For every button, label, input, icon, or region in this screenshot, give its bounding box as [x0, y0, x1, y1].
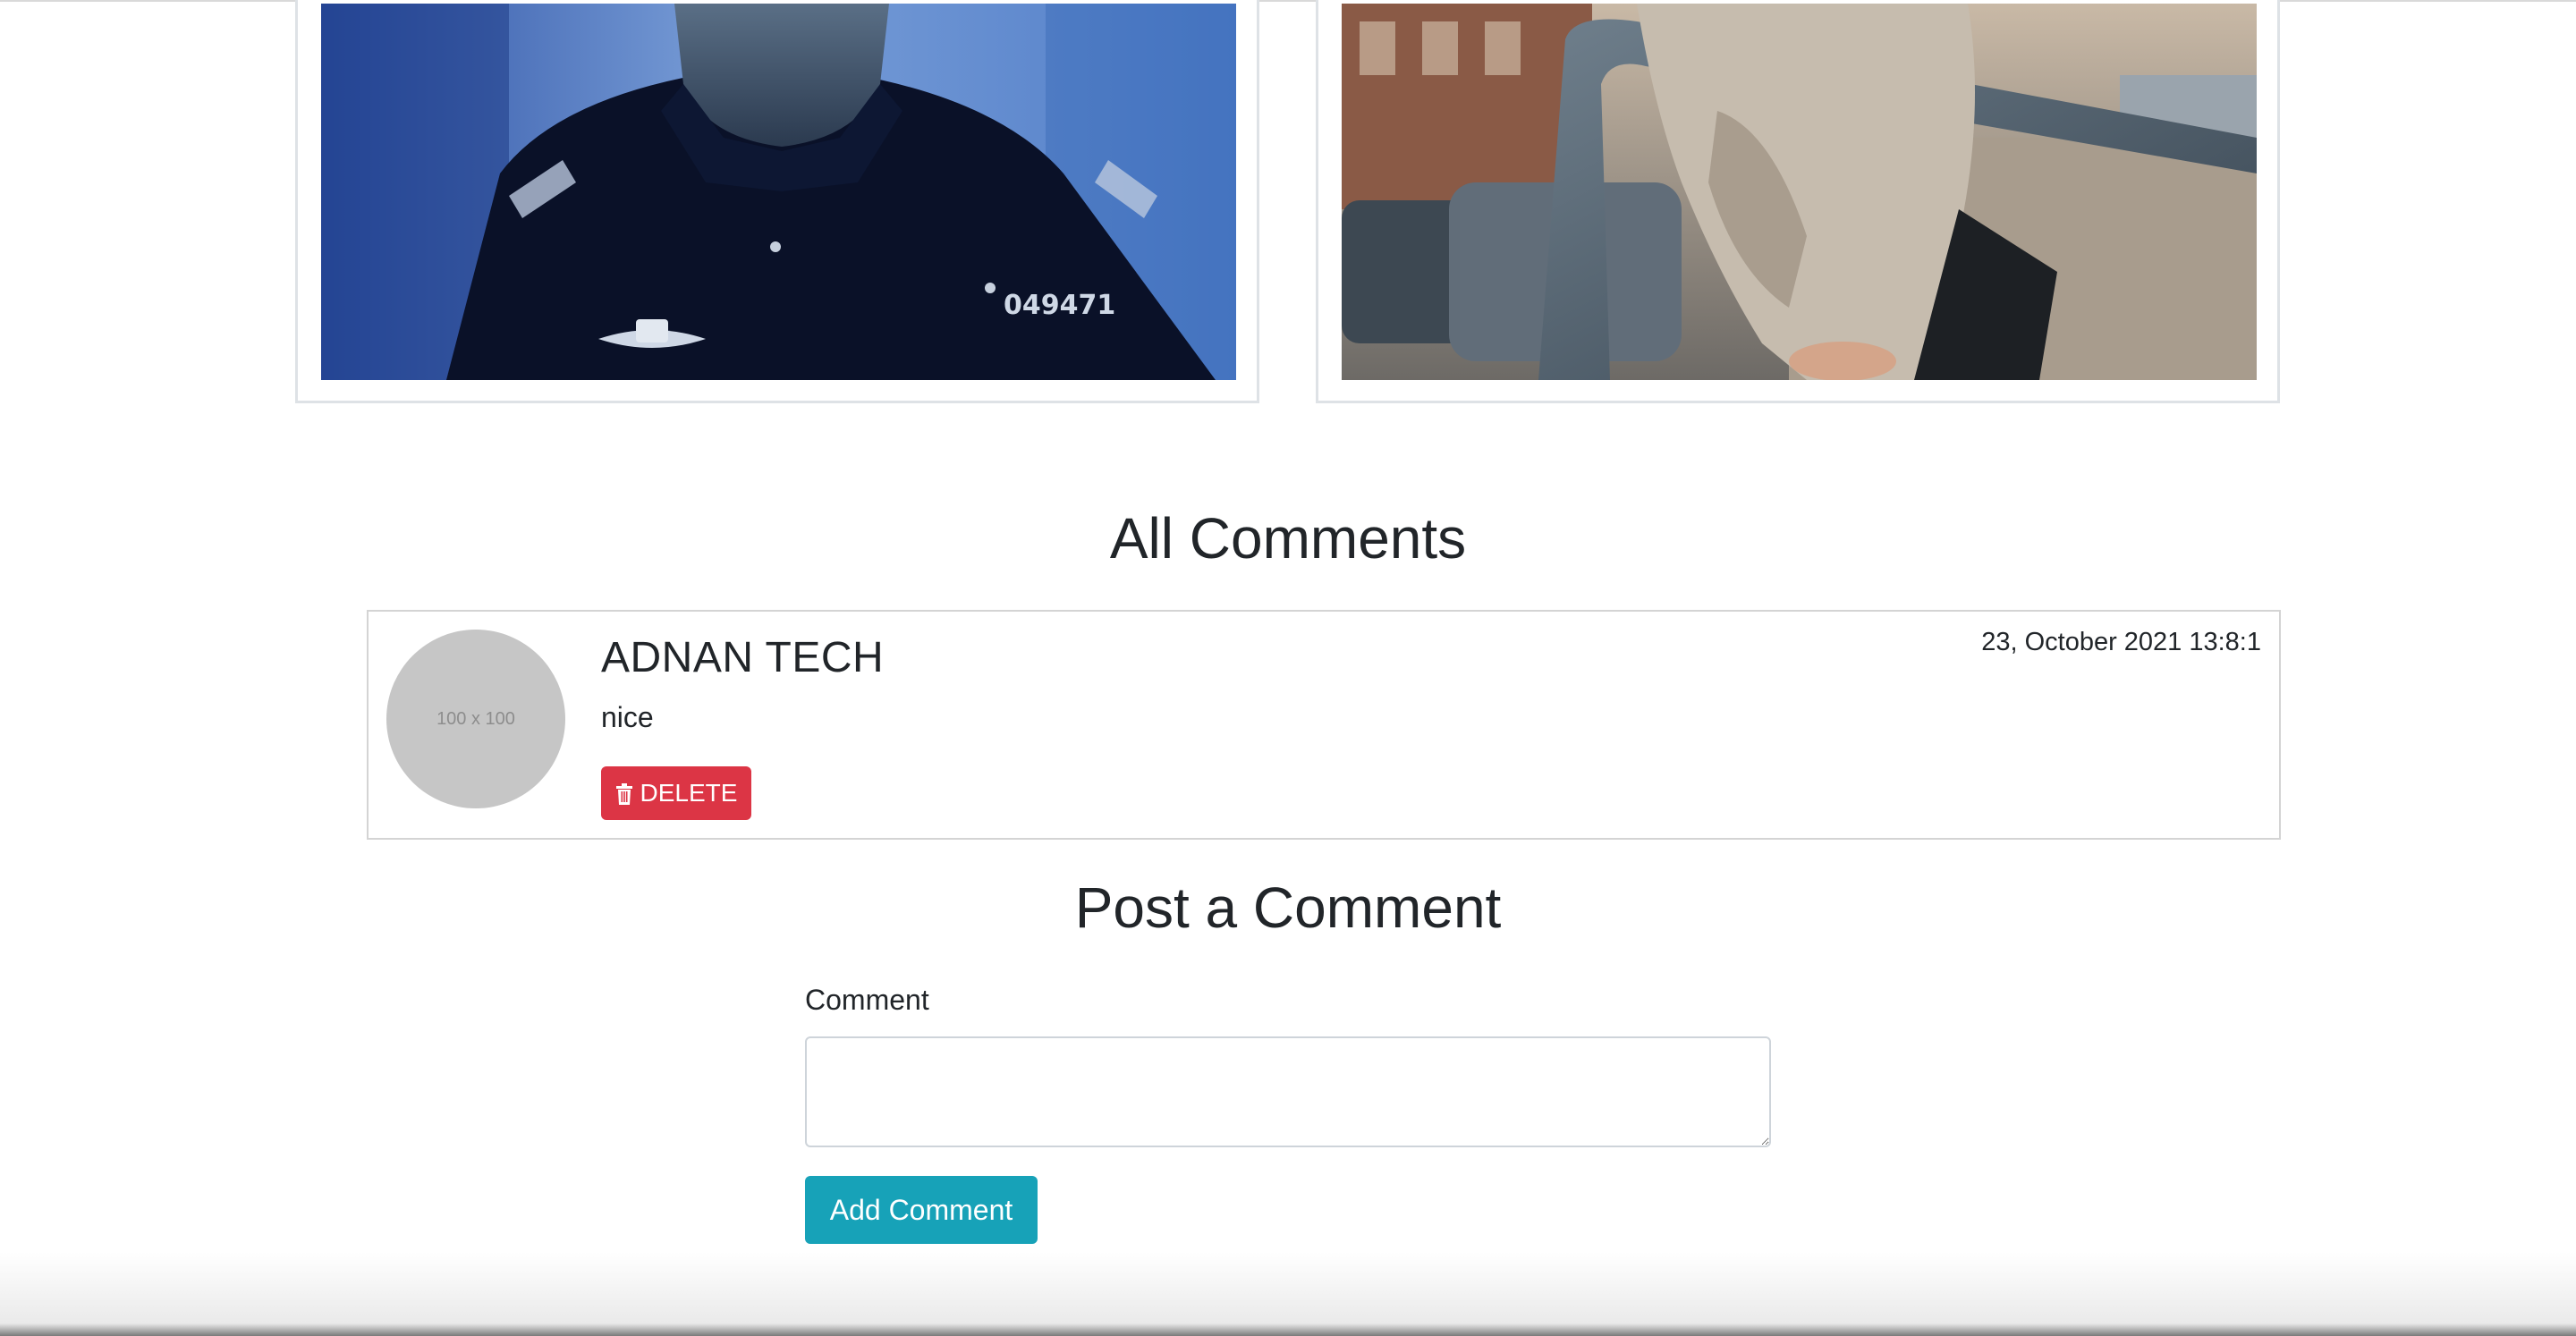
- comment-author: ADNAN TECH: [601, 634, 885, 681]
- all-comments-heading: All Comments: [1109, 506, 1467, 571]
- page: 049471 All Comments 100 x 100 ADNAN TECH…: [0, 0, 2576, 1336]
- delete-comment-button[interactable]: DELETE: [601, 766, 751, 820]
- bottom-shadow: [0, 1252, 2576, 1336]
- add-comment-button[interactable]: Add Comment: [805, 1176, 1038, 1244]
- comment-field-label: Comment: [805, 984, 929, 1016]
- image-card-right: [1316, 0, 2280, 403]
- trash-icon: [615, 782, 633, 805]
- delete-label: DELETE: [640, 779, 738, 807]
- car-door-photo[interactable]: [1342, 4, 2257, 380]
- avatar: 100 x 100: [386, 630, 565, 808]
- post-comment-heading: Post a Comment: [1074, 875, 1502, 940]
- officer-photo[interactable]: 049471: [321, 4, 1236, 380]
- comment-card: 100 x 100 ADNAN TECH nice 23, October 20…: [367, 610, 2281, 840]
- comment-textarea[interactable]: [805, 1036, 1771, 1147]
- comment-text: nice: [601, 701, 654, 733]
- avatar-placeholder-text: 100 x 100: [436, 708, 515, 729]
- comment-date: 23, October 2021 13:8:1: [1981, 628, 2261, 656]
- image-card-left: 049471: [295, 0, 1259, 403]
- badge-number: 049471: [1004, 290, 1115, 321]
